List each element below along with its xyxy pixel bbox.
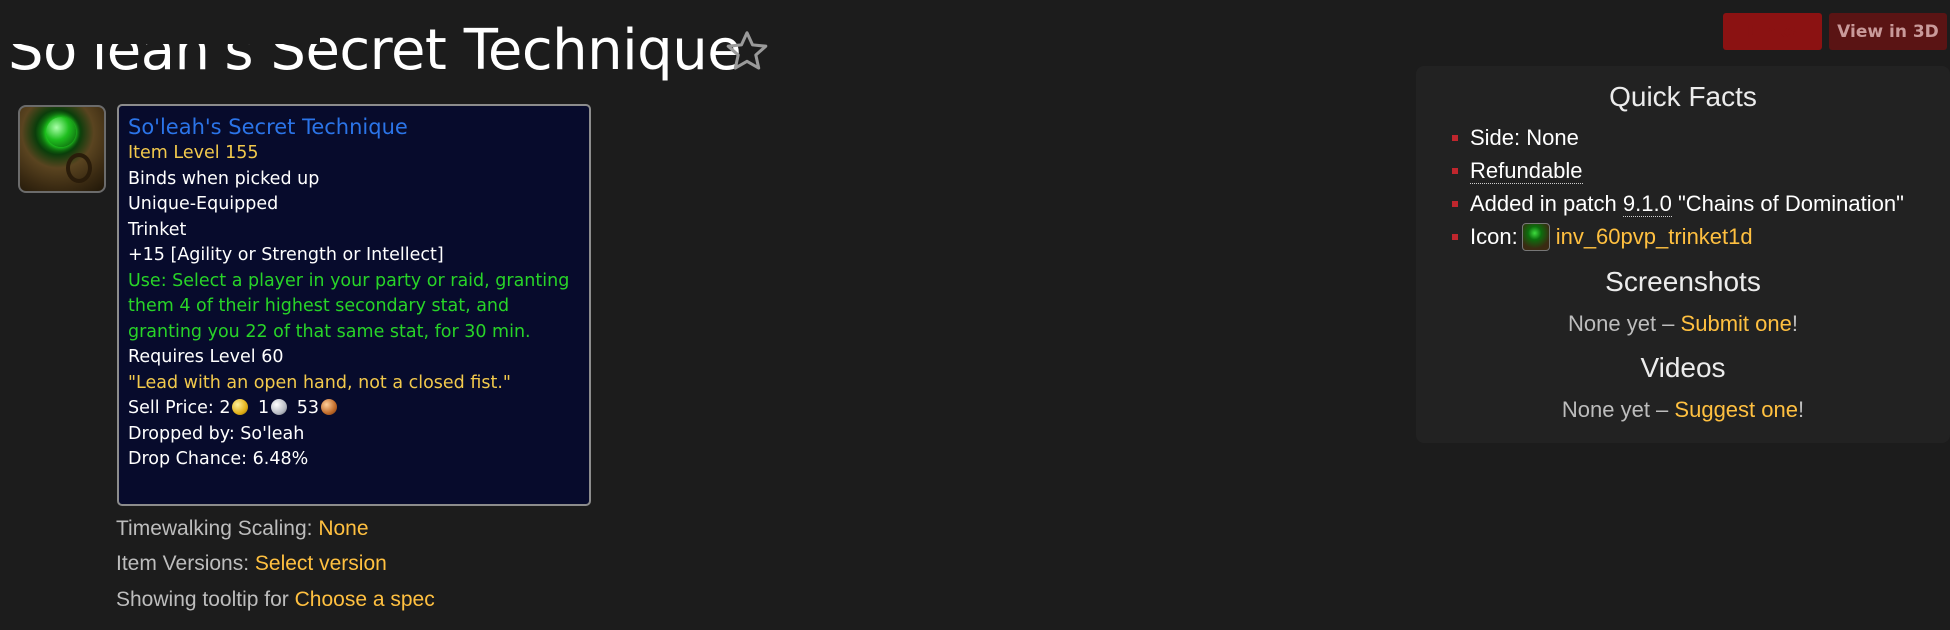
showing-tooltip-label: Showing tooltip for [116, 588, 289, 611]
screenshots-none-text: None yet – [1568, 311, 1675, 336]
timewalking-scaling: Timewalking Scaling: None [116, 517, 369, 541]
icon-name-link[interactable]: inv_60pvp_trinket1d [1556, 224, 1753, 249]
item-tooltip: So'leah's Secret Technique Item Level 15… [117, 104, 591, 506]
silver-coin-icon [271, 399, 288, 415]
tooltip-slot: Trinket [128, 219, 187, 240]
bullet-icon [1452, 168, 1458, 174]
item-versions: Item Versions: Select version [116, 552, 387, 576]
patch-name: "Chains of Domination" [1677, 191, 1904, 216]
item-icon-ring [66, 153, 92, 183]
quick-fact-side: Side: None [1452, 121, 1904, 154]
tooltip-unique: Unique-Equipped [128, 194, 279, 214]
tooltip-item-name: So'leah's Secret Technique [128, 115, 408, 139]
suggest-video-link[interactable]: Suggest one [1674, 397, 1798, 422]
tooltip-item-level: Item Level 155 [128, 143, 259, 163]
quick-facts-list: Side: None Refundable Added in patch 9.1… [1452, 121, 1904, 253]
videos-status: None yet – Suggest one! [1416, 397, 1950, 423]
item-icon-gem [46, 117, 76, 147]
item-icon [18, 105, 106, 193]
bullet-icon [1452, 135, 1458, 141]
sell-copper-value: 53 [296, 398, 320, 418]
quick-facts-heading: Quick Facts [1609, 81, 1757, 112]
gold-coin-icon [232, 399, 249, 415]
view-in-3d-button[interactable]: View in 3D [1829, 13, 1947, 50]
screenshots-heading: Screenshots [1605, 266, 1761, 297]
links-button[interactable]: Links [1723, 13, 1822, 50]
tooltip-binds: Binds when picked up [128, 168, 320, 189]
tooltip-sell-price: Sell Price: 2 1 53 [128, 396, 580, 422]
sell-price-label: Sell Price: [128, 398, 214, 418]
tooltip-use-effect: Use: Select a player in your party or ra… [128, 270, 570, 342]
tooltip-stat: +15 [Agility or Strength or Intellect] [128, 245, 444, 265]
side-text: Side: None [1470, 125, 1579, 150]
bullet-icon [1452, 201, 1458, 207]
videos-heading: Videos [1640, 352, 1726, 383]
sell-silver-value: 1 [258, 398, 270, 418]
tooltip-flavor-text: "Lead with an open hand, not a closed fi… [128, 372, 511, 393]
videos-end: ! [1797, 397, 1805, 422]
item-versions-label: Item Versions: [116, 552, 250, 575]
star-icon[interactable] [724, 28, 770, 74]
bullet-icon [1452, 234, 1458, 240]
patch-version[interactable]: 9.1.0 [1622, 191, 1672, 217]
screenshots-status: None yet – Submit one! [1416, 311, 1950, 337]
timewalking-value-link[interactable]: None [318, 517, 368, 540]
quick-fact-icon: Icon: inv_60pvp_trinket1d [1452, 220, 1904, 253]
submit-screenshot-link[interactable]: Submit one [1681, 311, 1792, 336]
select-version-link[interactable]: Select version [255, 552, 387, 575]
copper-coin-icon [321, 399, 338, 415]
quick-fact-refundable: Refundable [1452, 154, 1904, 187]
title-overlap-mask [0, 0, 320, 44]
quick-fact-patch: Added in patch 9.1.0 "Chains of Dominati… [1452, 187, 1904, 220]
tooltip-drop-chance: Drop Chance: 6.48% [128, 449, 309, 469]
tooltip-dropped-by: Dropped by: So'leah [128, 423, 305, 444]
tooltip-requires-level: Requires Level 60 [128, 347, 284, 367]
choose-spec-link[interactable]: Choose a spec [295, 588, 435, 611]
sell-gold-value: 2 [219, 398, 231, 418]
screenshots-end: ! [1791, 311, 1798, 336]
icon-label: Icon: [1470, 224, 1518, 249]
showing-tooltip-for: Showing tooltip for Choose a spec [116, 588, 435, 612]
videos-none-text: None yet – [1561, 397, 1669, 422]
trinket-icon[interactable] [1521, 223, 1550, 251]
refundable-text[interactable]: Refundable [1470, 158, 1583, 184]
patch-prefix: Added in patch [1470, 191, 1617, 216]
timewalking-label: Timewalking Scaling: [116, 517, 313, 540]
quick-facts-panel: Quick Facts Side: None Refundable Added … [1416, 66, 1950, 443]
